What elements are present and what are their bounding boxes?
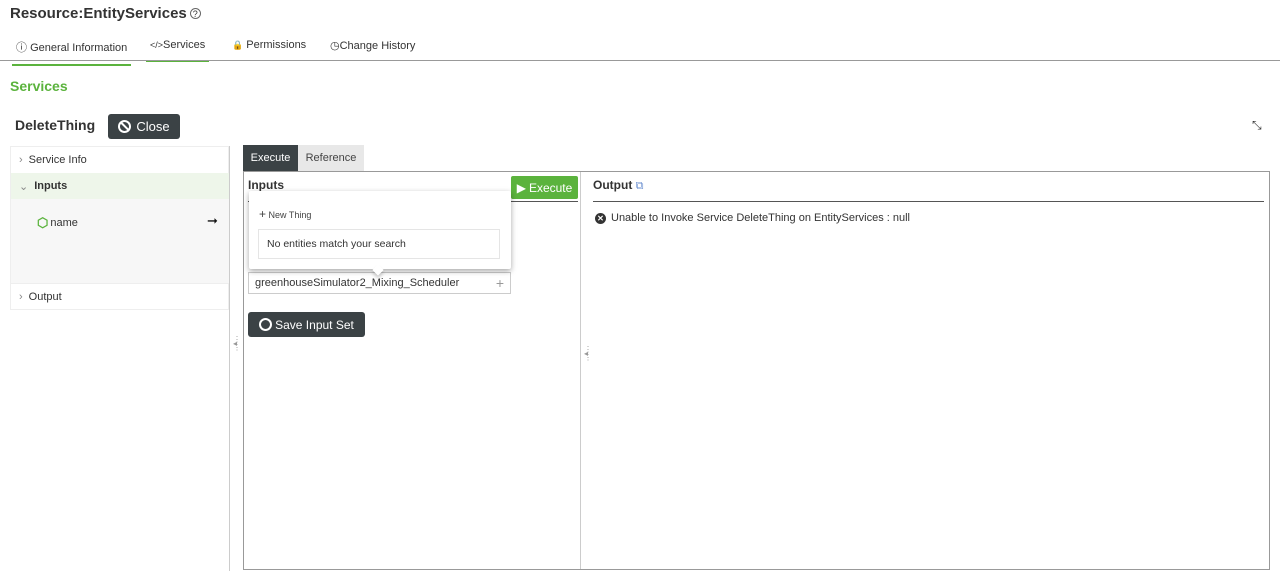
tab-execute[interactable]: Execute <box>243 145 298 171</box>
splitter[interactable] <box>580 172 581 569</box>
output-label: Output <box>593 178 633 192</box>
error-text: Unable to Invoke Service DeleteThing on … <box>611 212 910 224</box>
close-label: Close <box>136 119 170 134</box>
item-label: Inputs <box>34 180 68 192</box>
lock-icon: 🔒 <box>232 40 244 50</box>
plus-icon: + <box>259 207 267 221</box>
plus-icon[interactable]: + <box>496 275 504 291</box>
tab-label: Permissions <box>246 39 307 51</box>
chevron-right-icon: › <box>19 290 23 303</box>
tab-reference[interactable]: Reference <box>298 145 364 171</box>
execute-label: Execute <box>528 180 573 195</box>
chevron-down-icon: ⌄ <box>19 180 29 193</box>
param-name[interactable]: ⬡ name <box>37 215 78 231</box>
tab-label: Change History <box>339 40 416 52</box>
service-tree: › Service Info ⌄ Inputs ⬡ name ➞ › Output <box>10 146 229 310</box>
error-message: ✕ Unable to Invoke Service DeleteThing on… <box>595 212 910 224</box>
inputs-title: Inputs <box>248 178 284 192</box>
circle-icon <box>259 318 273 331</box>
tab-general-information[interactable]: ⓘ General Information <box>12 39 132 66</box>
section-title: Services <box>10 78 68 94</box>
clock-icon: ◷ <box>330 40 340 52</box>
item-label: Service Info <box>28 154 87 166</box>
tab-services[interactable]: </>Services <box>146 39 210 62</box>
close-button[interactable]: Close <box>108 114 180 139</box>
output-title: Output ⧉ <box>593 178 644 193</box>
new-thing-button[interactable]: + New Thing <box>259 207 311 221</box>
input-value: greenhouseSimulator2_Mixing_Scheduler <box>255 277 460 289</box>
resource-label: Resource: <box>10 5 84 22</box>
save-input-set-button[interactable]: Save Input Set <box>248 312 365 337</box>
new-thing-label: New Thing <box>268 210 312 220</box>
save-label: Save Input Set <box>275 317 354 332</box>
execute-button[interactable]: ▶ Execute <box>511 176 578 199</box>
service-name: DeleteThing <box>15 117 96 133</box>
item-label: Output <box>28 290 62 303</box>
chevron-right-icon: › <box>19 154 23 166</box>
tab-permissions[interactable]: 🔒 Permissions <box>228 39 310 62</box>
ban-icon <box>118 120 132 133</box>
entity-picker-popup: + New Thing No entities match your searc… <box>249 191 511 269</box>
no-match-message: No entities match your search <box>258 229 500 259</box>
arrow-right-icon[interactable]: ➞ <box>207 213 218 229</box>
tab-divider <box>0 60 1280 61</box>
output-item[interactable]: › Output <box>11 283 229 309</box>
tab-label: General Information <box>30 42 128 54</box>
service-info-item[interactable]: › Service Info <box>11 147 229 173</box>
tab-label: Services <box>163 39 206 51</box>
name-input[interactable]: greenhouseSimulator2_Mixing_Scheduler + <box>248 272 511 294</box>
inputs-item[interactable]: ⌄ Inputs <box>11 173 229 199</box>
divider <box>593 201 1264 202</box>
collapse-icon[interactable]: ⤡ <box>1252 118 1262 133</box>
param-label: name <box>50 217 78 229</box>
info-icon: ⓘ <box>16 42 27 54</box>
error-icon: ✕ <box>595 212 606 224</box>
help-icon[interactable]: ? <box>189 8 201 19</box>
play-icon: ▶ <box>516 180 526 195</box>
splitter[interactable] <box>229 146 230 571</box>
resource-name: EntityServices <box>83 5 187 22</box>
inputs-list: ⬡ name ➞ <box>11 199 229 283</box>
code-icon: </> <box>150 40 164 50</box>
edit-hexagon-icon: ⬡ <box>37 215 49 230</box>
popout-icon[interactable]: ⧉ <box>636 180 644 192</box>
resource-title: Resource:EntityServices? <box>10 5 201 22</box>
splitter-handle[interactable]: ⋮ ◂ ⋮ <box>584 346 592 362</box>
splitter-handle[interactable]: ⋮ ◂ ⋮ <box>233 336 241 352</box>
